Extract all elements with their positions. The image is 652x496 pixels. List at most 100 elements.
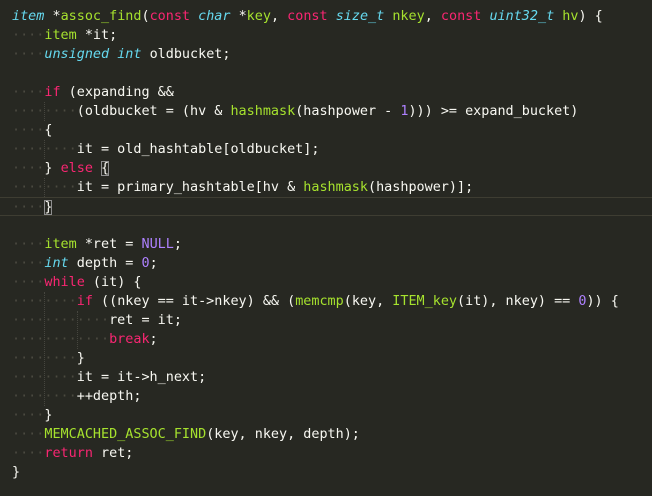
code-line[interactable]: ····while (it) { xyxy=(12,273,141,292)
whitespace-marker: ···· xyxy=(12,85,45,100)
code-token: return xyxy=(44,446,93,461)
code-token: else xyxy=(60,161,93,176)
code-token: unsigned xyxy=(44,47,110,62)
code-line[interactable]: ····item *ret = NULL; xyxy=(12,235,182,254)
code-token: , xyxy=(270,9,288,24)
code-line[interactable]: ····int depth = 0; xyxy=(12,254,158,273)
code-token: item xyxy=(44,237,77,252)
code-token: item xyxy=(12,9,45,24)
code-token: *it; xyxy=(76,28,118,43)
code-token: char xyxy=(198,9,231,24)
code-line[interactable]: ····} else { xyxy=(12,159,110,178)
code-line[interactable]: ········(oldbucket = (hv & hashmask(hash… xyxy=(12,102,578,121)
code-token: it = old_hashtable[oldbucket]; xyxy=(76,142,320,157)
code-token: } xyxy=(12,465,21,480)
code-token: (it) { xyxy=(84,275,142,290)
code-token: size_t xyxy=(335,9,385,24)
code-token: uint32_t xyxy=(489,9,555,24)
code-token: hashmask xyxy=(303,180,368,195)
code-token: const xyxy=(440,9,482,24)
code-token: ((nkey == it->nkey) && ( xyxy=(92,294,296,309)
code-token: nkey xyxy=(392,9,425,24)
code-token: if xyxy=(76,294,93,309)
code-line[interactable]: ····if (expanding && xyxy=(12,83,174,102)
code-token: int xyxy=(44,256,69,271)
code-token: oldbucket; xyxy=(141,47,231,62)
code-token: if xyxy=(44,85,61,100)
bracket-match: { xyxy=(101,161,110,176)
code-token: (key, nkey, depth); xyxy=(206,427,360,442)
code-line[interactable]: ····unsigned int oldbucket; xyxy=(12,45,230,64)
whitespace-marker: ···· xyxy=(12,47,45,62)
code-token: (hashpower - xyxy=(295,104,401,119)
code-token: it = it->h_next; xyxy=(76,370,207,385)
whitespace-marker: ···· xyxy=(12,123,45,138)
code-line[interactable]: } xyxy=(12,463,20,482)
code-editor[interactable]: item *assoc_find(const char *key, const … xyxy=(0,0,652,496)
code-line[interactable]: ············ret = it; xyxy=(12,311,182,330)
code-token: int xyxy=(117,47,142,62)
code-token: (key, xyxy=(343,294,393,309)
code-token: 0 xyxy=(141,256,150,271)
code-token: NULL xyxy=(141,237,174,252)
code-token: * xyxy=(230,9,247,24)
code-line[interactable]: ····} xyxy=(0,197,652,216)
code-token: ))) xyxy=(408,104,433,119)
indent-guide xyxy=(77,311,78,349)
code-line[interactable]: ············break; xyxy=(12,330,158,349)
code-line[interactable]: item *assoc_find(const char *key, const … xyxy=(12,7,603,26)
whitespace-marker: ···· xyxy=(12,161,45,176)
indent-guide xyxy=(44,178,45,197)
code-token: ++depth; xyxy=(76,389,142,404)
code-token: MEMCACHED_ASSOC_FIND xyxy=(44,427,207,442)
code-token: } xyxy=(44,161,61,176)
code-line[interactable]: ········if ((nkey == it->nkey) && (memcm… xyxy=(12,292,619,311)
indent-guide xyxy=(44,292,45,406)
code-line[interactable]: ····MEMCACHED_ASSOC_FIND(key, nkey, dept… xyxy=(12,425,360,444)
code-token: ret = it; xyxy=(109,313,182,328)
indent-guide xyxy=(44,140,45,159)
code-line[interactable]: ········it = it->h_next; xyxy=(12,368,206,387)
code-line[interactable]: ····} xyxy=(12,406,52,425)
code-token: * xyxy=(44,9,61,24)
code-token: assoc_find xyxy=(60,9,142,24)
code-line[interactable]: ········++depth; xyxy=(12,387,141,406)
code-token: *ret = xyxy=(76,237,142,252)
code-token: { xyxy=(44,123,53,138)
code-line[interactable]: ····item *it; xyxy=(12,26,117,45)
whitespace-marker: ···· xyxy=(12,275,45,290)
code-token: (oldbucket = (hv & xyxy=(76,104,231,119)
code-token: item xyxy=(44,28,77,43)
indent-guide xyxy=(44,102,45,121)
code-line[interactable]: ········} xyxy=(12,349,85,368)
whitespace-marker: ···· xyxy=(12,446,45,461)
code-line[interactable]: ····{ xyxy=(12,121,52,140)
code-token: ; xyxy=(149,256,158,271)
code-token: const xyxy=(287,9,328,24)
code-token: )) { xyxy=(586,294,619,309)
code-token: } xyxy=(44,408,53,423)
code-token: ; xyxy=(149,332,158,347)
code-token: ) { xyxy=(578,9,603,24)
code-line[interactable]: ········it = old_hashtable[oldbucket]; xyxy=(12,140,319,159)
code-token: ITEM_key xyxy=(392,294,458,309)
whitespace-marker: ···· xyxy=(12,200,45,215)
code-token: hv xyxy=(562,9,579,24)
whitespace-marker: ···· xyxy=(12,256,45,271)
whitespace-marker: ···· xyxy=(12,408,45,423)
code-token: ( xyxy=(141,9,150,24)
code-token: (hashpower)]; xyxy=(368,180,474,195)
code-line[interactable]: ········it = primary_hashtable[hv & hash… xyxy=(12,178,473,197)
code-token: (it), nkey) == xyxy=(457,294,579,309)
code-token: , xyxy=(424,9,441,24)
code-token: const xyxy=(149,9,191,24)
code-line[interactable]: ····return ret; xyxy=(12,444,133,463)
whitespace-marker: ···· xyxy=(12,427,45,442)
code-token: ret; xyxy=(92,446,134,461)
code-token: hashmask xyxy=(230,104,296,119)
whitespace-marker: ············ xyxy=(12,313,110,328)
